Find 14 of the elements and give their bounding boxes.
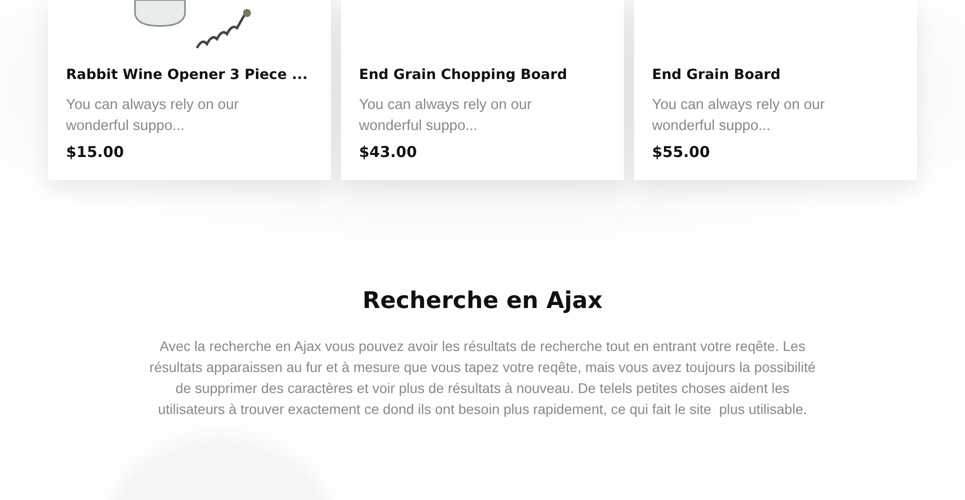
section-title: Recherche en Ajax (362, 288, 604, 314)
section-description: Avec la recherche en Ajax vous pouvez avoir les résultats de recherche tout en entrant votre reqête. Les résultats apparaissen au fur et à mesure que vous tapez votre reqête, mais vous avez toujours la possibilité de supprimer des caractères et voir plus de résultats à nouveau. De telels petites choses aident les utilisateurs à trouver exactement ce dond ils ont besoin plus rapidement, ce qui fait le site plus utilisable. (148, 337, 817, 419)
product-name[interactable]: Rabbit Wine Opener 3 Piece ... (66, 65, 313, 85)
product-description: You can always rely on our wonderful suppo... (66, 96, 240, 136)
product-card[interactable]: End Grain Chopping Board You can always rely on our wonderful suppo... $43.00 (341, 0, 624, 180)
product-description: You can always rely on our wonderful suppo... (359, 96, 533, 136)
product-card[interactable]: End Grain Board You can always rely on our wonderful suppo... $55.00 (634, 0, 917, 180)
product-card[interactable]: Rabbit Wine Opener 3 Piece ... You can always rely on our wonderful suppo... $15.00 (48, 0, 331, 180)
product-price: $55.00 (652, 143, 711, 161)
product-price: $15.00 (66, 143, 125, 161)
product-name[interactable]: End Grain Chopping Board (359, 65, 606, 85)
product-description: You can always rely on our wonderful suppo... (652, 96, 826, 136)
product-price: $43.00 (359, 143, 418, 161)
product-name[interactable]: End Grain Board (652, 65, 899, 85)
